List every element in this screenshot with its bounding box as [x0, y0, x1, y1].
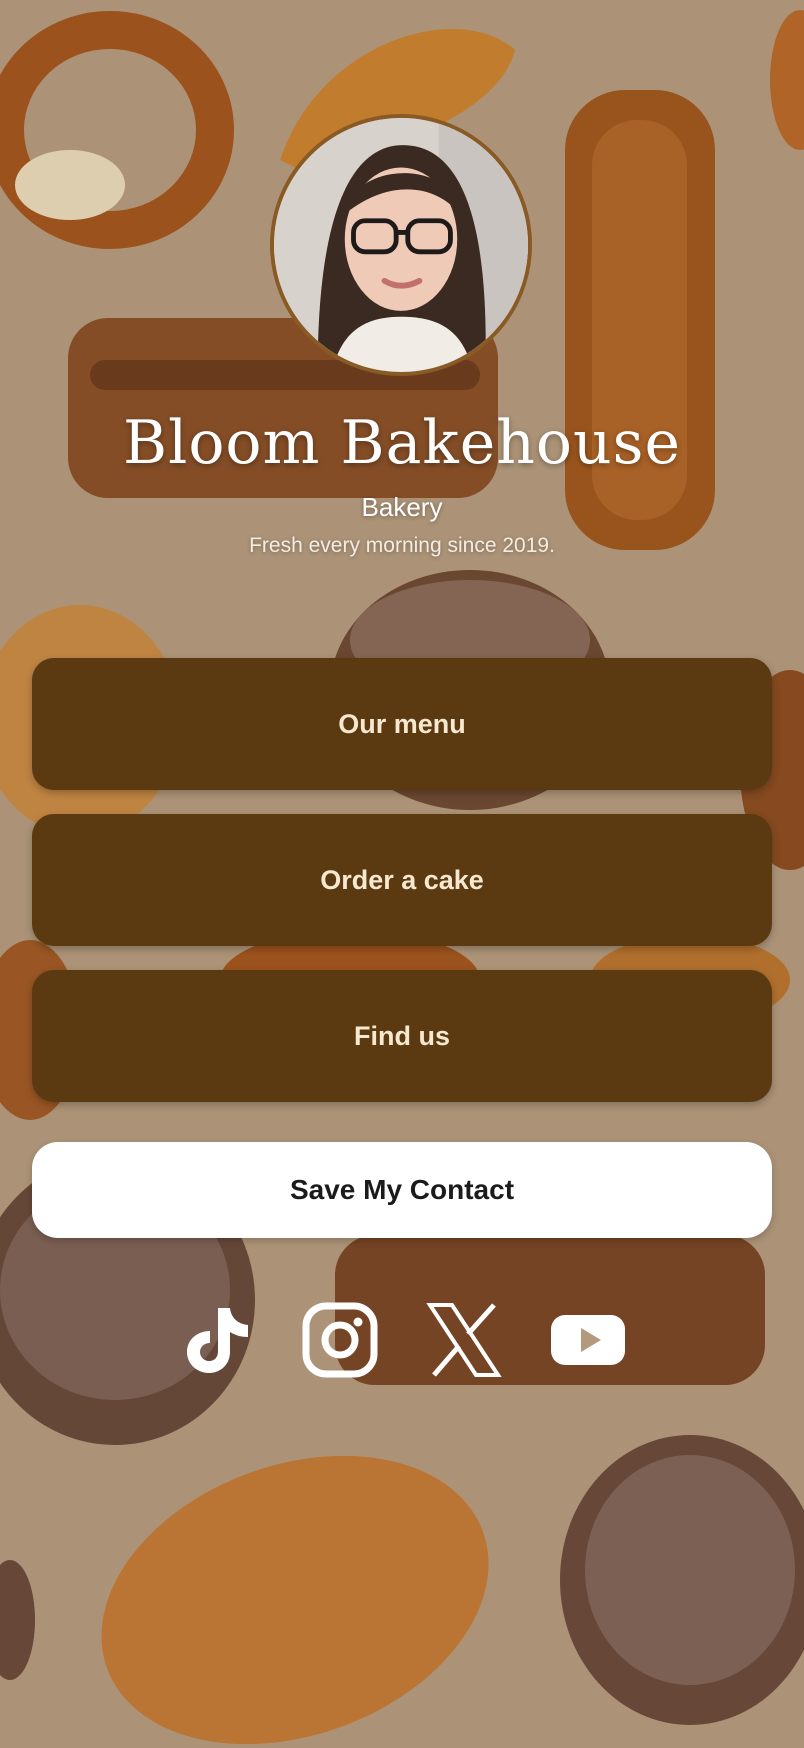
order-a-cake-label: Order a cake: [320, 864, 484, 895]
instagram-link[interactable]: [302, 1302, 378, 1378]
our-menu-label: Our menu: [338, 708, 466, 739]
find-us-button[interactable]: Find us: [32, 970, 772, 1102]
save-contact-label: Save My Contact: [289, 1174, 515, 1205]
profile-category: Bakery: [361, 492, 443, 522]
youtube-link[interactable]: [550, 1302, 626, 1378]
x-link[interactable]: [426, 1302, 502, 1378]
save-contact-button[interactable]: Save My Contact: [32, 1142, 772, 1238]
find-us-label: Find us: [354, 1020, 450, 1051]
social-links: [0, 1300, 804, 1380]
youtube-icon: [551, 1315, 625, 1365]
profile-name: Bloom Bakehouse: [123, 408, 681, 478]
our-menu-button[interactable]: Our menu: [32, 658, 772, 790]
instagram-icon: [302, 1302, 378, 1378]
x-icon: [426, 1303, 502, 1377]
tiktok-link[interactable]: [178, 1302, 254, 1378]
profile-avatar: [270, 114, 532, 376]
profile-tagline: Fresh every morning since 2019.: [249, 534, 555, 557]
order-a-cake-button[interactable]: Order a cake: [32, 814, 772, 946]
tiktok-icon: [187, 1308, 248, 1373]
profile-photo-image: [274, 118, 528, 372]
